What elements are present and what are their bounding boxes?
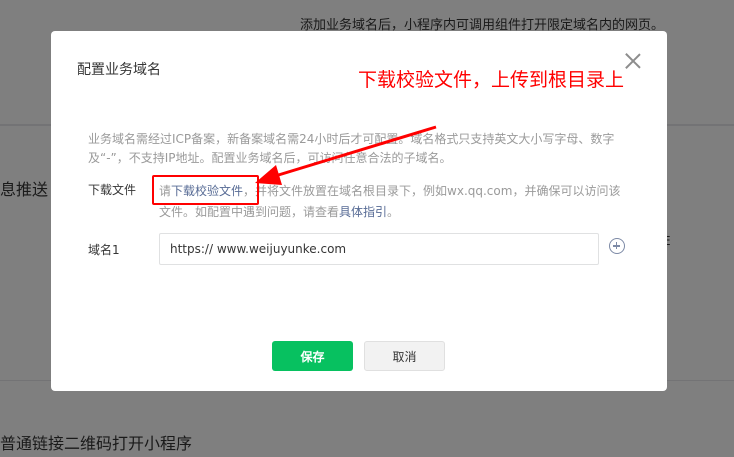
domain-label: 域名1 [88, 243, 120, 257]
annotation-highlight-box [152, 175, 259, 205]
domain-input[interactable] [159, 233, 599, 265]
guide-suffix: 。 [387, 205, 400, 219]
annotation-text: 下载校验文件，上传到根目录上 [358, 69, 625, 91]
save-button[interactable]: 保存 [272, 341, 353, 371]
add-domain-icon[interactable] [609, 238, 625, 254]
download-file-label: 下载文件 [88, 183, 137, 197]
cancel-button[interactable]: 取消 [364, 341, 445, 371]
dialog-description: 业务域名需经过ICP备案，新备案域名需24小时后才可配置。域名格式只支持英文大小… [88, 132, 615, 165]
guide-link[interactable]: 具体指引 [339, 205, 387, 219]
dialog-title: 配置业务域名 [77, 62, 161, 78]
